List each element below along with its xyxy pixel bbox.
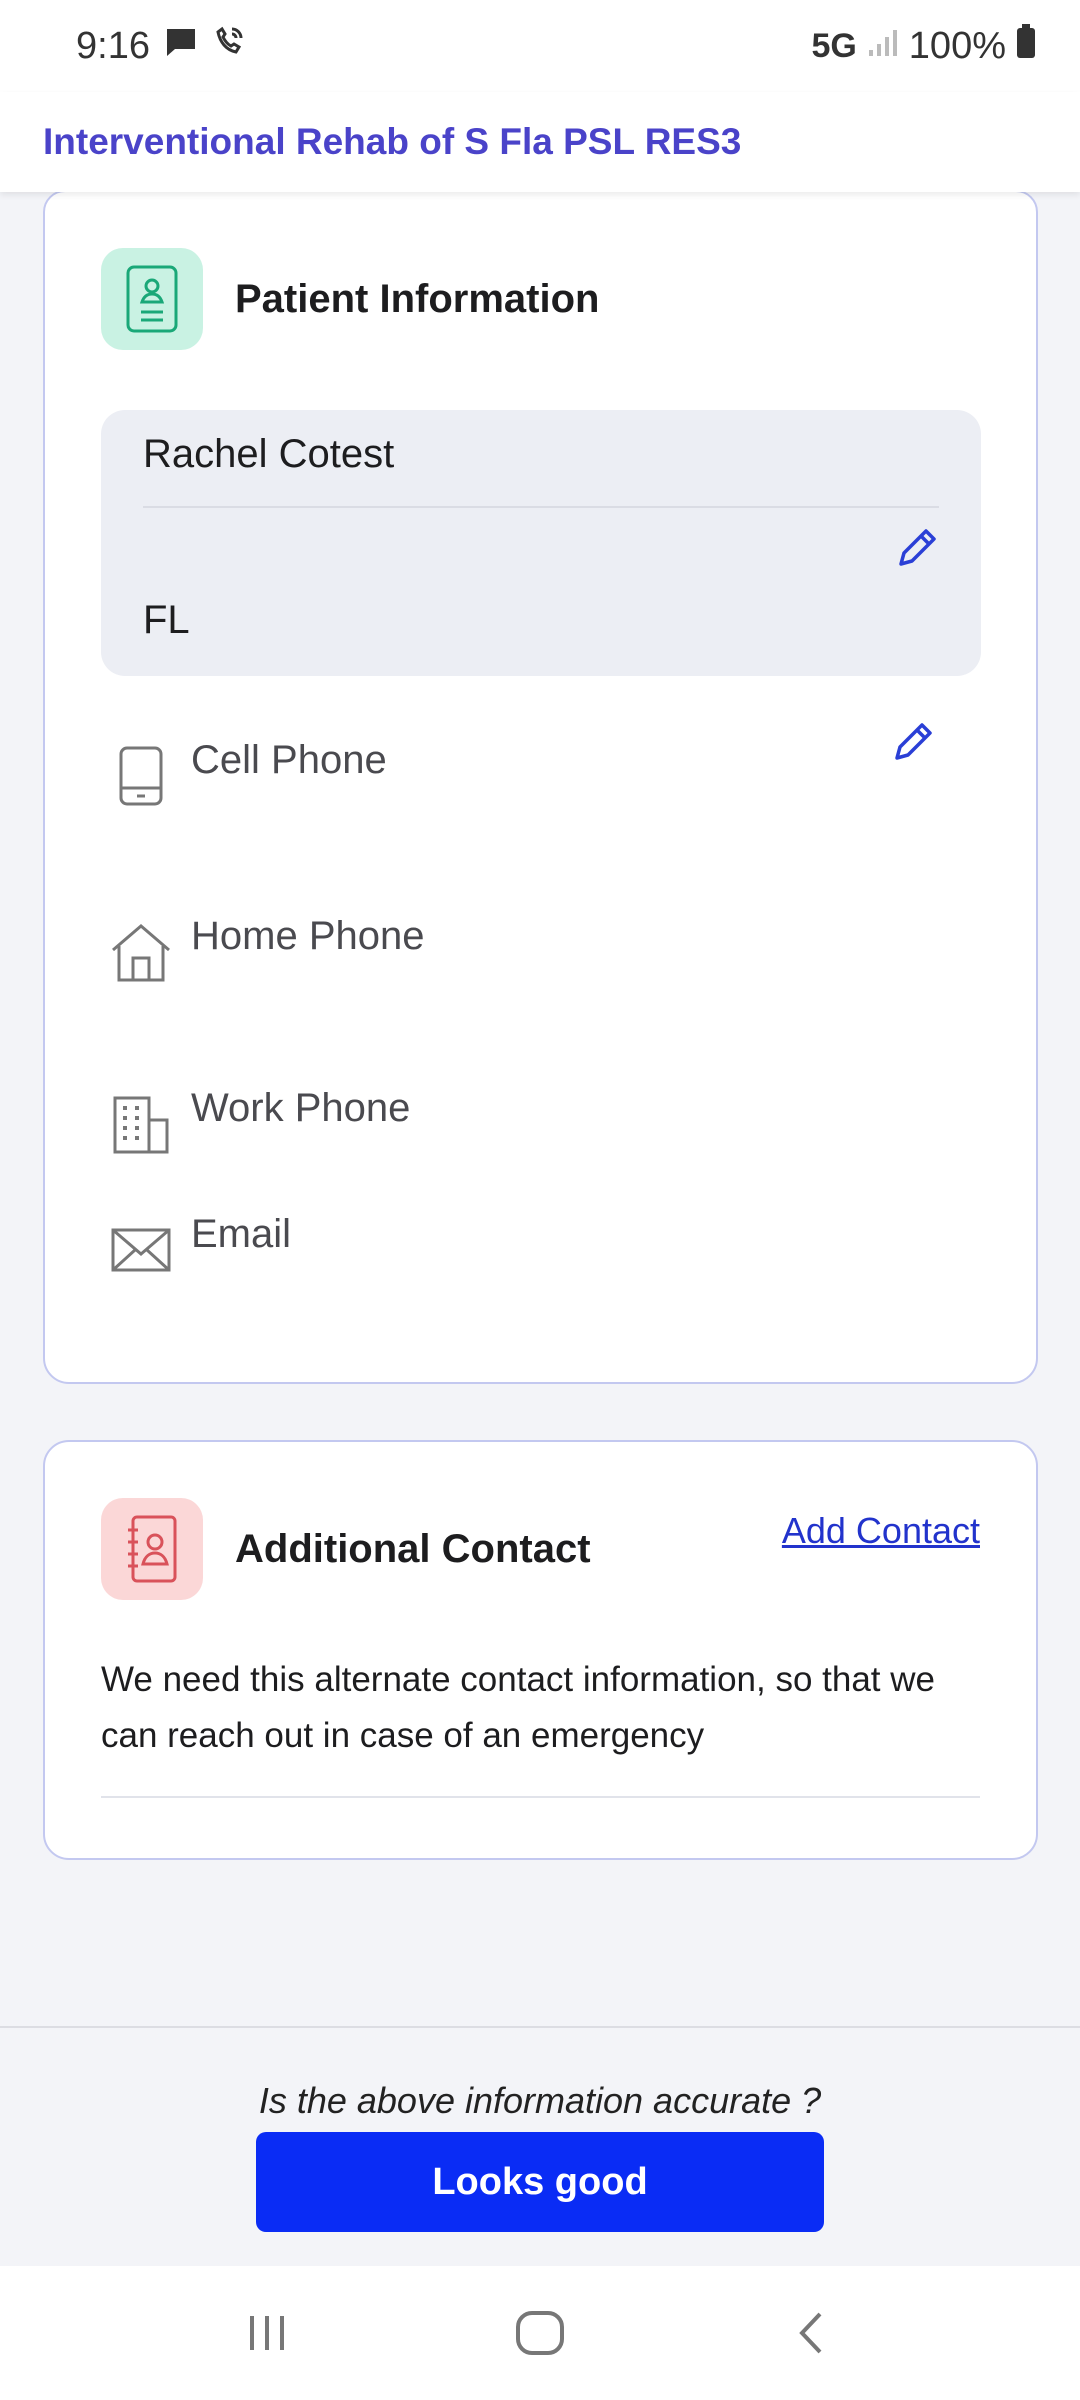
app-header: Interventional Rehab of S Fla PSL RES3 (0, 92, 1080, 192)
home-button[interactable] (500, 2293, 580, 2373)
back-chevron-icon (799, 2312, 822, 2354)
app-title: Interventional Rehab of S Fla PSL RES3 (43, 121, 742, 162)
patient-card-title: Patient Information (235, 276, 600, 321)
envelope-icon (111, 1228, 171, 1272)
status-bar: 9:16 5G 100% (0, 0, 1080, 92)
additional-contact-description: We need this alternate contact informati… (101, 1660, 935, 1755)
additional-divider (101, 1796, 980, 1798)
recent-apps-button[interactable] (227, 2293, 307, 2373)
name-divider (143, 506, 939, 508)
signal-icon (867, 25, 899, 68)
network-type: 5G (811, 26, 857, 65)
edit-contact-button[interactable] (885, 714, 941, 770)
status-time: 9:16 (76, 24, 150, 67)
home-icon (112, 924, 170, 982)
patient-information-card: Patient Information Rachel Cotest FL Cel… (43, 190, 1038, 1384)
wifi-call-icon (212, 24, 246, 68)
patient-card-header: Patient Information (101, 248, 599, 350)
edit-name-button[interactable] (889, 520, 945, 576)
patient-id-icon (101, 248, 203, 350)
battery-icon (1016, 24, 1036, 68)
pencil-icon (895, 723, 932, 760)
status-left: 9:16 (76, 24, 246, 68)
additional-contact-card: Additional Contact Add Contact We need t… (43, 1440, 1038, 1860)
patient-name: Rachel Cotest (143, 432, 395, 476)
patient-name-box: Rachel Cotest FL (101, 410, 981, 676)
message-icon (164, 25, 198, 68)
address-book-icon (101, 1498, 203, 1600)
work-phone-row: Work Phone (109, 1086, 410, 1156)
looks-good-button[interactable]: Looks good (256, 2132, 824, 2232)
home-phone-row: Home Phone (109, 914, 424, 984)
email-label: Email (191, 1212, 292, 1256)
status-right: 5G 100% (811, 24, 1036, 68)
pencil-icon (899, 529, 936, 566)
battery-level: 100% (908, 24, 1006, 67)
patient-state: FL (143, 598, 190, 642)
back-button[interactable] (773, 2293, 853, 2373)
additional-card-header: Additional Contact (101, 1498, 591, 1600)
confirm-footer: Is the above information accurate ? Look… (0, 2026, 1080, 2266)
accuracy-question: Is the above information accurate ? (258, 2080, 822, 2121)
work-phone-label: Work Phone (191, 1086, 411, 1130)
home-phone-label: Home Phone (191, 914, 425, 958)
cell-phone-label: Cell Phone (191, 738, 387, 782)
building-icon (113, 1096, 169, 1154)
email-row: Email (109, 1212, 291, 1282)
cell-phone-row: Cell Phone (109, 738, 387, 808)
add-contact-link[interactable]: Add Contact (782, 1510, 980, 1552)
mobile-phone-icon (119, 746, 163, 806)
home-circle-icon (515, 2311, 564, 2355)
additional-card-title: Additional Contact (235, 1526, 591, 1571)
recent-apps-icon (249, 2316, 284, 2350)
system-nav-bar (0, 2266, 1080, 2400)
